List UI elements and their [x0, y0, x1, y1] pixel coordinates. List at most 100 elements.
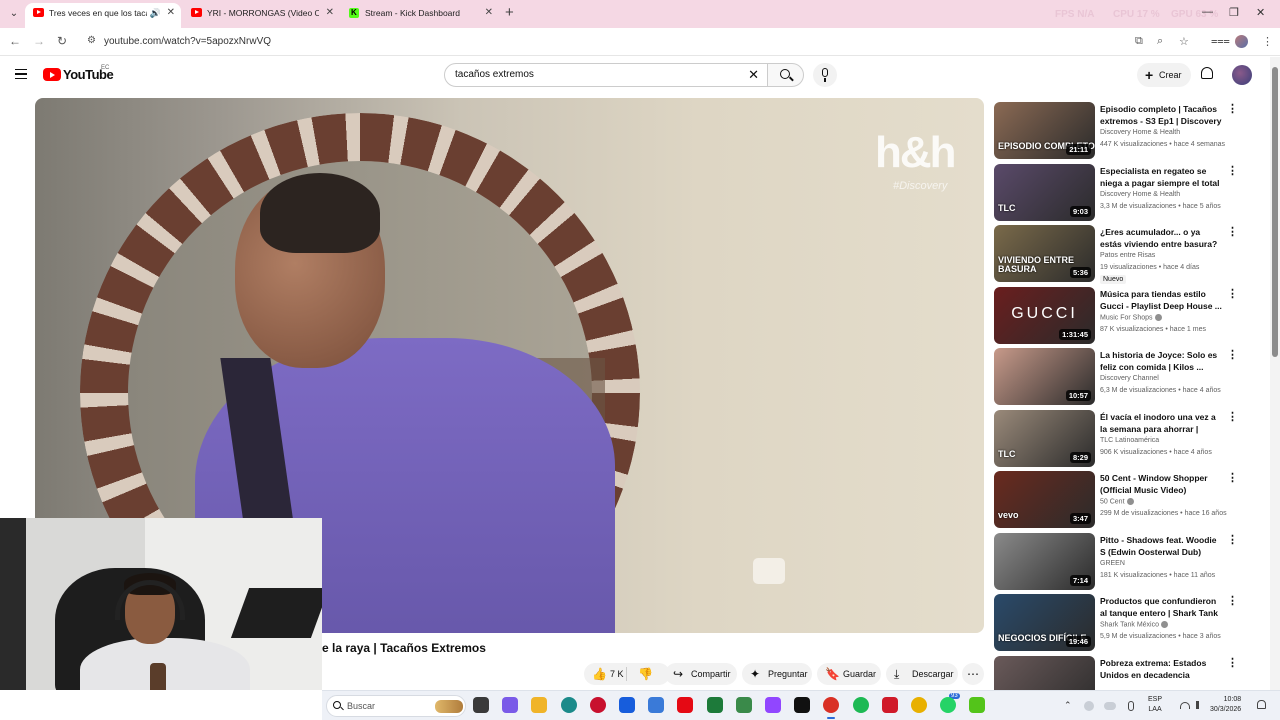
recommendation-title[interactable]: Pitto - Shadows feat. Woodie S (Edwin Oo…	[1100, 534, 1224, 558]
system-clock[interactable]: 10:08 30/3/2026	[1210, 695, 1241, 715]
zoom-icon[interactable]: ⌕	[1157, 35, 1163, 48]
scrollbar-thumb[interactable]	[1272, 67, 1278, 357]
more-options-icon[interactable]: ⋮	[1227, 535, 1238, 546]
tab-close-icon[interactable]: ✕	[326, 3, 334, 23]
bitwarden-icon[interactable]	[619, 697, 635, 713]
download-button[interactable]: ⤓ Descargar	[886, 663, 958, 685]
volume-icon[interactable]	[1196, 701, 1199, 709]
video-thumbnail[interactable]: TLC 9:03	[994, 164, 1095, 221]
more-options-icon[interactable]: ⋮	[1227, 104, 1238, 115]
search-button[interactable]	[767, 63, 804, 87]
channel-name[interactable]: Discovery Channel	[1100, 375, 1159, 382]
app-lime-icon[interactable]	[969, 697, 985, 713]
create-button[interactable]: + Crear	[1137, 63, 1191, 87]
recommendation-item[interactable]: GUCCI 1:31:45 Música para tiendas estilo G…	[994, 287, 1244, 345]
close-window-button[interactable]: ✕	[1256, 6, 1265, 19]
copilot-icon[interactable]	[502, 697, 518, 713]
recommendation-item[interactable]: TLC 8:29 Él vacía el inodoro una vez a la …	[994, 410, 1244, 468]
recommendation-item[interactable]: VIVIENDO ENTRE BASURA 5:36 ¿Eres acumulado…	[994, 225, 1244, 284]
taskbar-search[interactable]: Buscar	[326, 695, 466, 717]
recommendation-title[interactable]: Música para tiendas estilo Gucci - Playl…	[1100, 288, 1224, 312]
tab-search-chevron-icon[interactable]: ⌄	[6, 6, 22, 22]
recommendation-item[interactable]: EPISODIO COMPLETO 21:11 Episodio completo …	[994, 102, 1244, 160]
video-thumbnail[interactable]: 7:14	[994, 533, 1095, 590]
tiktok-icon[interactable]	[794, 697, 810, 713]
video-thumbnail[interactable]: GUCCI 1:31:45	[994, 287, 1095, 344]
url-text[interactable]: youtube.com/watch?v=5apozxNrwVQ	[104, 36, 271, 47]
channel-name[interactable]: Music For Shops	[1100, 314, 1162, 321]
video-thumbnail[interactable]: vevo 3:47	[994, 471, 1095, 528]
file-explorer-icon[interactable]	[531, 697, 547, 713]
tab-youtube-video[interactable]: Tres veces en que los tacañ 🔊 ✕	[25, 3, 181, 28]
cast-icon[interactable]: ⧉	[1135, 35, 1143, 48]
recommendation-item[interactable]: Pobreza extrema: Estados Unidos en decad…	[994, 656, 1244, 694]
url-bar[interactable]: ⚙ youtube.com/watch?v=5apozxNrwVQ	[80, 31, 1200, 53]
opera-icon[interactable]	[590, 697, 606, 713]
more-options-icon[interactable]: ⋮	[1227, 350, 1238, 361]
like-icon[interactable]: 👍	[592, 663, 607, 685]
video-thumbnail[interactable]: 10:57	[994, 348, 1095, 405]
recommendation-title[interactable]: Episodio completo | Tacaños extremos - S…	[1100, 103, 1224, 127]
more-options-icon[interactable]: ⋮	[1227, 227, 1238, 238]
video-thumbnail[interactable]: TLC 8:29	[994, 410, 1095, 467]
menu-hamburger-icon[interactable]	[15, 69, 27, 79]
notification-center-icon[interactable]	[1257, 700, 1266, 709]
forward-button[interactable]: →	[33, 34, 45, 48]
recommendation-title[interactable]: Pobreza extrema: Estados Unidos en decad…	[1100, 657, 1224, 681]
tab-close-icon[interactable]: ✕	[167, 3, 175, 23]
recommendation-title[interactable]: La historia de Joyce: Solo es feliz con …	[1100, 349, 1224, 373]
speaker-icon[interactable]: 🔊	[150, 3, 161, 23]
channel-name[interactable]: TLC Latinoamérica	[1100, 437, 1159, 444]
recommendation-title[interactable]: Especialista en regateo se niega a pagar…	[1100, 165, 1224, 189]
video-thumbnail[interactable]: NEGOCIOS DIFÍCILE 19:46	[994, 594, 1095, 651]
channel-name[interactable]: Discovery Home & Health	[1100, 129, 1180, 136]
channel-name[interactable]: 50 Cent	[1100, 498, 1134, 505]
browser-menu-icon[interactable]: ⋮	[1262, 35, 1273, 48]
more-options-icon[interactable]: ⋮	[1227, 166, 1238, 177]
spotify-icon[interactable]	[853, 697, 869, 713]
channel-name[interactable]: Patos entre Risas	[1100, 252, 1155, 259]
app-green-icon[interactable]	[736, 697, 752, 713]
channel-name[interactable]: Shark Tank México	[1100, 621, 1169, 628]
back-button[interactable]: ←	[9, 34, 21, 48]
search-input-value[interactable]: tacaños extremos	[455, 69, 534, 80]
wifi-icon[interactable]	[1180, 702, 1190, 709]
more-options-icon[interactable]: ⋮	[1227, 289, 1238, 300]
new-tab-button[interactable]: +	[505, 4, 514, 21]
more-options-icon[interactable]: ⋮	[1227, 596, 1238, 607]
netflix-icon[interactable]	[677, 697, 693, 713]
task-view-icon[interactable]	[473, 697, 489, 713]
upwork-icon[interactable]	[707, 697, 723, 713]
bookmark-star-icon[interactable]: ☆	[1179, 35, 1189, 48]
dislike-icon[interactable]: 👎	[638, 663, 653, 685]
more-options-icon[interactable]: ⋮	[1227, 658, 1238, 669]
ask-button[interactable]: ✦ Preguntar	[742, 663, 812, 685]
more-options-icon[interactable]: ⋮	[1227, 412, 1238, 423]
browser-profile-avatar[interactable]	[1235, 35, 1248, 48]
recommendation-item[interactable]: 7:14 Pitto - Shadows feat. Woodie S (Edwi…	[994, 533, 1244, 591]
recommendation-item[interactable]: NEGOCIOS DIFÍCILE 19:46 Productos que conf…	[994, 594, 1244, 652]
video-thumbnail[interactable]: VIVIENDO ENTRE BASURA 5:36	[994, 225, 1095, 282]
recommendation-title[interactable]: ¿Eres acumulador... o ya estás viviendo …	[1100, 226, 1224, 250]
app-yellow-icon[interactable]	[911, 697, 927, 713]
channel-name[interactable]: Discovery Home & Health	[1100, 191, 1180, 198]
tab-kick-dashboard[interactable]: Stream - Kick Dashboard ✕	[341, 3, 499, 28]
recommendation-item[interactable]: TLC 9:03 Especialista en regateo se niega …	[994, 164, 1244, 222]
share-button[interactable]: ↪ Compartir	[665, 663, 737, 685]
minimize-button[interactable]: —	[1202, 6, 1213, 18]
search-input[interactable]: tacaños extremos ✕	[444, 63, 768, 87]
recommendation-title[interactable]: Productos que confundieron al tanque ent…	[1100, 595, 1224, 619]
reading-list-icon[interactable]: ⩶	[1211, 35, 1230, 48]
recommendation-item[interactable]: vevo 3:47 50 Cent - Window Shopper (Offici…	[994, 471, 1244, 529]
recommendation-title[interactable]: Él vacía el inodoro una vez a la semana …	[1100, 411, 1224, 435]
clear-search-icon[interactable]: ✕	[748, 67, 759, 83]
reload-button[interactable]: ↻	[57, 34, 67, 48]
page-scrollbar[interactable]	[1270, 57, 1280, 694]
channel-name[interactable]: GREEN	[1100, 560, 1125, 567]
input-language[interactable]: ESP LAA	[1148, 695, 1162, 715]
edge-icon[interactable]	[561, 697, 577, 713]
like-count[interactable]: 7 K	[610, 663, 624, 685]
chrome-icon[interactable]	[823, 697, 839, 719]
more-options-icon[interactable]: ⋮	[1227, 473, 1238, 484]
video-thumbnail[interactable]	[994, 656, 1095, 694]
